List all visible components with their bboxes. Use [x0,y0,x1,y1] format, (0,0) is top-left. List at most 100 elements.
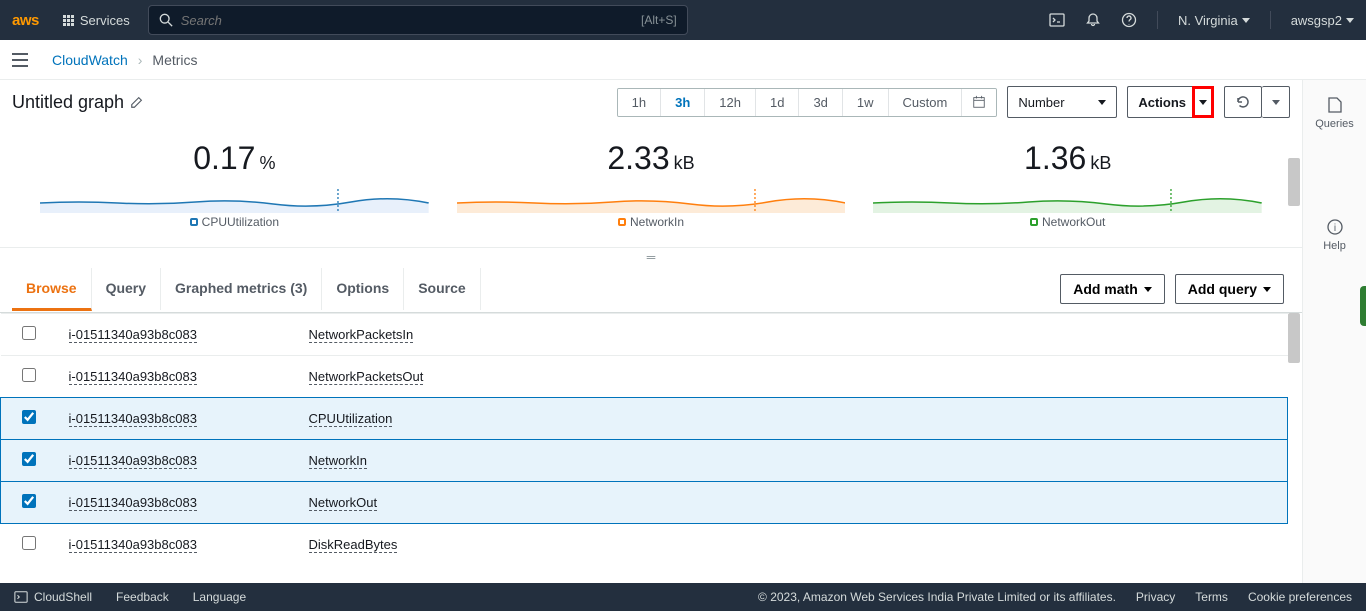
metrics-table-wrap: i-01511340a93b8c083 NetworkPacketsIn i-0… [0,313,1302,583]
divider [1270,11,1271,29]
cloudshell-icon[interactable] [1049,12,1065,28]
calendar-button[interactable] [962,89,996,116]
metric-row[interactable]: i-01511340a93b8c083 CPUUtilization [1,398,1288,440]
search-input[interactable] [181,13,633,28]
caret-down-icon [1272,100,1280,105]
chart-scrollbar[interactable] [1288,158,1300,206]
services-grid-icon [63,15,74,26]
time-range-1w[interactable]: 1w [843,89,889,116]
add-query-button[interactable]: Add query [1175,274,1284,304]
caret-down-icon [1144,287,1152,292]
actions-dropdown-highlight[interactable] [1192,86,1214,118]
tab-browse[interactable]: Browse [12,268,92,311]
breadcrumb-current: Metrics [152,52,197,68]
instance-id[interactable]: i-01511340a93b8c083 [69,411,197,427]
time-range-1h[interactable]: 1h [618,89,661,116]
time-range-12h[interactable]: 12h [705,89,756,116]
add-math-button[interactable]: Add math [1060,274,1165,304]
tab-query[interactable]: Query [92,268,161,310]
metric-row[interactable]: i-01511340a93b8c083 NetworkOut [1,482,1288,524]
metric-checkbox[interactable] [22,326,36,340]
footer-feedback[interactable]: Feedback [116,590,169,604]
breadcrumb: CloudWatch › Metrics [40,50,1366,70]
tab-graphed-metrics-3-[interactable]: Graphed metrics (3) [161,268,322,310]
svg-text:i: i [1333,223,1335,234]
search-shortcut: [Alt+S] [641,13,677,27]
instance-id[interactable]: i-01511340a93b8c083 [69,369,197,385]
footer-terms[interactable]: Terms [1195,590,1228,604]
search-box[interactable]: [Alt+S] [148,5,688,35]
footer: CloudShell Feedback Language © 2023, Ama… [0,583,1366,611]
metric-name[interactable]: NetworkPacketsOut [309,369,424,385]
time-range-3h[interactable]: 3h [661,89,705,116]
metric-checkbox[interactable] [22,494,36,508]
edit-title-button[interactable] [130,95,144,109]
instance-id[interactable]: i-01511340a93b8c083 [69,537,197,553]
search-icon [159,13,173,27]
metric-checkbox[interactable] [22,452,36,466]
caret-down-icon [1098,100,1106,105]
instance-id[interactable]: i-01511340a93b8c083 [69,327,197,343]
instance-id[interactable]: i-01511340a93b8c083 [69,495,197,511]
divider [1157,11,1158,29]
subnav: CloudWatch › Metrics [0,40,1366,80]
graph-title: Untitled graph [12,92,144,113]
help-icon[interactable] [1121,12,1137,28]
metric-checkbox[interactable] [22,536,36,550]
instance-id[interactable]: i-01511340a93b8c083 [69,453,197,469]
metric-name[interactable]: CPUUtilization [309,411,393,427]
time-range-custom[interactable]: Custom [889,89,963,116]
metric-name[interactable]: DiskReadBytes [309,537,398,553]
tab-options[interactable]: Options [322,268,404,310]
metric-row[interactable]: i-01511340a93b8c083 DiskReadBytes [1,524,1288,566]
services-label: Services [80,13,130,28]
main-content: Untitled graph 1h3h12h1d3d1wCustom Numbe… [0,80,1302,583]
metric-name[interactable]: NetworkPacketsIn [309,327,414,343]
right-sidebar: Queries i Help [1302,80,1366,583]
tab-source[interactable]: Source [404,268,480,310]
user-menu[interactable]: awsgsp2 [1291,13,1354,28]
top-nav: aws Services [Alt+S] N. Virginia awsgsp2 [0,0,1366,40]
chart-card-1: 2.33kB NetworkIn [457,140,846,229]
sidebar-queries[interactable]: Queries [1315,96,1354,130]
refresh-interval-dropdown[interactable] [1262,86,1290,118]
chart-card-0: 0.17% CPUUtilization [40,140,429,229]
metric-row[interactable]: i-01511340a93b8c083 NetworkPacketsOut [1,356,1288,398]
chevron-right-icon: › [138,52,143,68]
metrics-table: i-01511340a93b8c083 NetworkPacketsIn i-0… [0,313,1288,566]
metric-checkbox[interactable] [22,410,36,424]
metric-name[interactable]: NetworkOut [309,495,378,511]
feedback-tab[interactable] [1360,286,1366,326]
charts-container: 0.17% CPUUtilization 2.33kB NetworkIn 1.… [0,128,1302,248]
actions-button[interactable]: Actions [1127,86,1196,118]
notifications-icon[interactable] [1085,12,1101,28]
metric-row[interactable]: i-01511340a93b8c083 NetworkIn [1,440,1288,482]
metric-name[interactable]: NetworkIn [309,453,368,469]
hamburger-menu[interactable] [0,53,40,67]
region-selector[interactable]: N. Virginia [1178,13,1250,28]
time-range-1d[interactable]: 1d [756,89,799,116]
time-range-3d[interactable]: 3d [799,89,842,116]
footer-cookies[interactable]: Cookie preferences [1248,590,1352,604]
footer-cloudshell[interactable]: CloudShell [14,590,92,604]
aws-logo: aws [12,12,45,29]
caret-down-icon [1242,18,1250,23]
table-scrollbar[interactable] [1288,313,1300,363]
services-button[interactable]: Services [57,9,136,32]
refresh-button[interactable] [1224,86,1262,118]
metric-row[interactable]: i-01511340a93b8c083 NetworkPacketsIn [1,314,1288,356]
metric-checkbox[interactable] [22,368,36,382]
footer-privacy[interactable]: Privacy [1136,590,1175,604]
breadcrumb-root[interactable]: CloudWatch [52,52,128,68]
graph-header: Untitled graph 1h3h12h1d3d1wCustom Numbe… [0,80,1302,128]
caret-down-icon [1346,18,1354,23]
caret-down-icon [1263,287,1271,292]
footer-language[interactable]: Language [193,590,246,604]
visualization-dropdown[interactable]: Number [1007,86,1117,118]
footer-copyright: © 2023, Amazon Web Services India Privat… [758,590,1116,604]
tabs-row: BrowseQueryGraphed metrics (3)OptionsSou… [0,266,1302,313]
time-range-selector: 1h3h12h1d3d1wCustom [617,88,998,117]
chart-card-2: 1.36kB NetworkOut [873,140,1262,229]
sidebar-help[interactable]: i Help [1323,218,1346,252]
resize-handle[interactable]: ═ [0,248,1302,266]
